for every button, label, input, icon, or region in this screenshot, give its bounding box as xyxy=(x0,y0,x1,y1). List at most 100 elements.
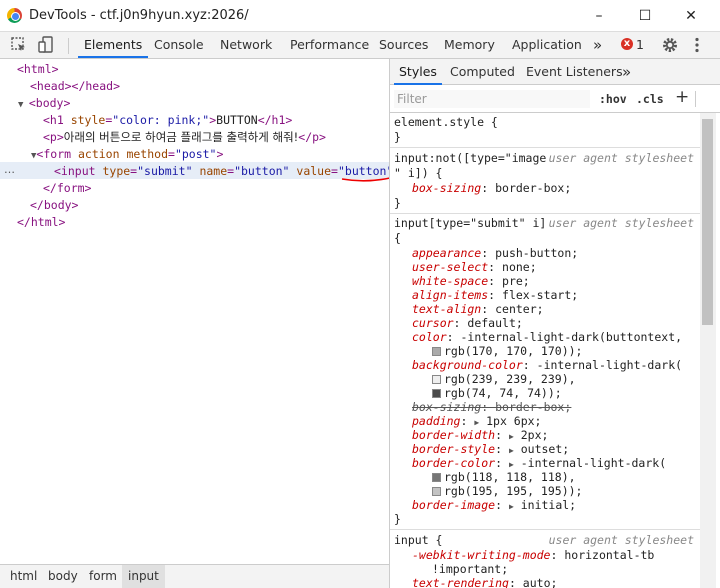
rule1-declaration[interactable]: box-sizing: border-box; xyxy=(412,181,571,195)
body-close-tag: </body> xyxy=(30,198,79,212)
tab-console[interactable]: Console xyxy=(154,32,204,58)
property-value: rgb(74, 74, 74)); xyxy=(444,386,562,400)
breadcrumb-body[interactable]: body xyxy=(48,565,78,588)
property-name: text-rendering xyxy=(412,576,509,588)
dom-node-form-close[interactable]: </form> xyxy=(43,180,91,197)
input-value-value[interactable]: button xyxy=(341,164,391,182)
tab-sources[interactable]: Sources xyxy=(379,32,428,58)
expand-arrow-icon[interactable]: ▶ xyxy=(509,432,514,441)
decl-appearance[interactable]: appearance: push-button; xyxy=(412,246,578,260)
styles-filter-input[interactable] xyxy=(394,90,590,108)
dom-node-form[interactable]: ▼<form action method="post"> xyxy=(31,146,223,163)
expand-triangle-icon[interactable]: ▼ xyxy=(18,100,29,110)
device-toolbar-icon[interactable] xyxy=(37,36,55,54)
dom-node-h1[interactable]: <h1 style="color: pink;">BUTTON</h1> xyxy=(43,112,292,129)
expand-arrow-icon[interactable]: ▶ xyxy=(509,460,514,469)
tab-performance[interactable]: Performance xyxy=(290,32,369,58)
error-icon[interactable]: x xyxy=(621,38,633,50)
property-name: border-style xyxy=(412,442,496,456)
dom-node-body[interactable]: ▼ <body> xyxy=(18,95,70,112)
decl-box-sizing-overridden[interactable]: box-sizing: border-box; xyxy=(412,400,571,414)
devtools-toolbar: Elements Console Network Performance Sou… xyxy=(0,32,720,59)
breadcrumb-form[interactable]: form xyxy=(89,565,117,588)
property-value: flex-start; xyxy=(502,288,579,302)
tab-styles[interactable]: Styles xyxy=(394,59,442,85)
input-open-tag: <input xyxy=(54,164,103,178)
rule3-source: user agent stylesheet xyxy=(548,533,694,547)
breadcrumb-input[interactable]: input xyxy=(122,565,165,588)
decl-white-space[interactable]: white-space: pre; xyxy=(412,274,530,288)
decl-border-style[interactable]: border-style: ▶ outset; xyxy=(412,442,569,456)
dom-node-p[interactable]: <p>아래의 버튼으로 하여금 플래그를 출력하게 해줘!</p> xyxy=(43,129,326,146)
property-value: rgb(239, 239, 239), xyxy=(444,372,576,386)
hover-state-toggle[interactable]: :hov xyxy=(599,92,627,106)
more-style-tabs-button[interactable]: » xyxy=(622,59,631,85)
color-swatch-icon[interactable] xyxy=(432,487,441,496)
decl-text-rendering[interactable]: text-rendering: auto; xyxy=(412,576,557,588)
class-toggle[interactable]: .cls xyxy=(636,92,664,106)
rule1-selector[interactable]: input:not([type="image xyxy=(394,151,546,165)
color-swatch-icon[interactable] xyxy=(432,347,441,356)
rule-separator xyxy=(390,147,700,148)
property-value: 2px; xyxy=(520,428,549,442)
input-name-attr: name xyxy=(199,164,228,178)
title-bar: DevTools - ctf.j0n9hyun.xyz:2026/ – ☐ ✕ xyxy=(0,0,720,32)
expand-arrow-icon[interactable]: ▶ xyxy=(509,502,514,511)
property-name: -webkit-writing-mode xyxy=(412,548,551,562)
property-value: 1px 6px; xyxy=(486,414,542,428)
more-tabs-button[interactable]: » xyxy=(593,32,602,58)
rule3-selector[interactable]: input { xyxy=(394,533,442,547)
decl-cursor[interactable]: cursor: default; xyxy=(412,316,523,330)
styles-tabs: Styles Computed Event Listeners » xyxy=(390,59,720,85)
tab-memory[interactable]: Memory xyxy=(444,32,495,58)
dom-node-input[interactable]: <input type="submit" name="button" value… xyxy=(54,163,400,182)
color-swatch-icon[interactable] xyxy=(432,375,441,384)
expand-arrow-icon[interactable]: ▶ xyxy=(509,446,514,455)
minimize-button[interactable]: – xyxy=(576,0,622,32)
decl-border-color[interactable]: border-color: ▶ -internal-light-dark( xyxy=(412,456,666,470)
rule2-selector[interactable]: input[type="submit" i] xyxy=(394,216,546,230)
node-actions-icon[interactable]: … xyxy=(4,162,15,177)
decl-border-width[interactable]: border-width: ▶ 2px; xyxy=(412,428,548,442)
inspect-element-icon[interactable] xyxy=(10,36,28,54)
decl-user-select[interactable]: user-select: none; xyxy=(412,260,537,274)
tab-event-listeners[interactable]: Event Listeners xyxy=(526,59,623,85)
element-style-selector[interactable]: element.style { xyxy=(394,115,498,129)
decl-color[interactable]: color: -internal-light-dark(buttontext, xyxy=(412,330,682,344)
decl-padding[interactable]: padding: ▶ 1px 6px; xyxy=(412,414,541,428)
property-value: rgb(195, 195, 195)); xyxy=(444,484,583,498)
decl-bg-cont-2: rgb(74, 74, 74)); xyxy=(432,386,562,400)
new-rule-button[interactable]: + xyxy=(675,87,689,107)
tab-application[interactable]: Application xyxy=(512,32,582,58)
decl-webkit-writing-mode[interactable]: -webkit-writing-mode: horizontal-tb xyxy=(412,548,654,562)
maximize-button[interactable]: ☐ xyxy=(622,0,668,32)
dom-node-html-close[interactable]: </html> xyxy=(17,214,65,231)
decl-text-align[interactable]: text-align: center; xyxy=(412,302,544,316)
close-button[interactable]: ✕ xyxy=(668,0,714,32)
scrollbar-thumb[interactable] xyxy=(702,119,713,325)
decl-background-color[interactable]: background-color: -internal-light-dark( xyxy=(412,358,682,372)
tab-network[interactable]: Network xyxy=(220,32,272,58)
dom-node-html[interactable]: <html> xyxy=(17,61,59,78)
decl-bg-cont-1: rgb(239, 239, 239), xyxy=(432,372,576,386)
kebab-menu-icon[interactable] xyxy=(688,36,706,54)
decl-align-items[interactable]: align-items: flex-start; xyxy=(412,288,578,302)
rule-close-brace: } xyxy=(394,512,401,526)
error-count[interactable]: 1 xyxy=(636,32,644,58)
color-swatch-icon[interactable] xyxy=(432,389,441,398)
color-swatch-icon[interactable] xyxy=(432,473,441,482)
property-name: user-select xyxy=(412,260,489,274)
dom-node-head[interactable]: <head></head> xyxy=(30,78,120,95)
p-close-tag: </p> xyxy=(298,130,326,144)
breadcrumb-html[interactable]: html xyxy=(10,565,37,588)
expand-arrow-icon[interactable]: ▶ xyxy=(474,418,479,427)
chrome-logo-icon xyxy=(7,8,22,23)
rule-close-brace: } xyxy=(394,196,401,210)
decl-color-cont: rgb(170, 170, 170)); xyxy=(432,344,582,358)
tab-elements[interactable]: Elements xyxy=(78,32,149,58)
gear-icon[interactable] xyxy=(661,36,679,54)
decl-border-image[interactable]: border-image: ▶ initial; xyxy=(412,498,576,512)
tab-computed[interactable]: Computed xyxy=(450,59,515,85)
dom-node-body-close[interactable]: </body> xyxy=(30,197,78,214)
styles-scrollbar[interactable] xyxy=(700,113,716,588)
